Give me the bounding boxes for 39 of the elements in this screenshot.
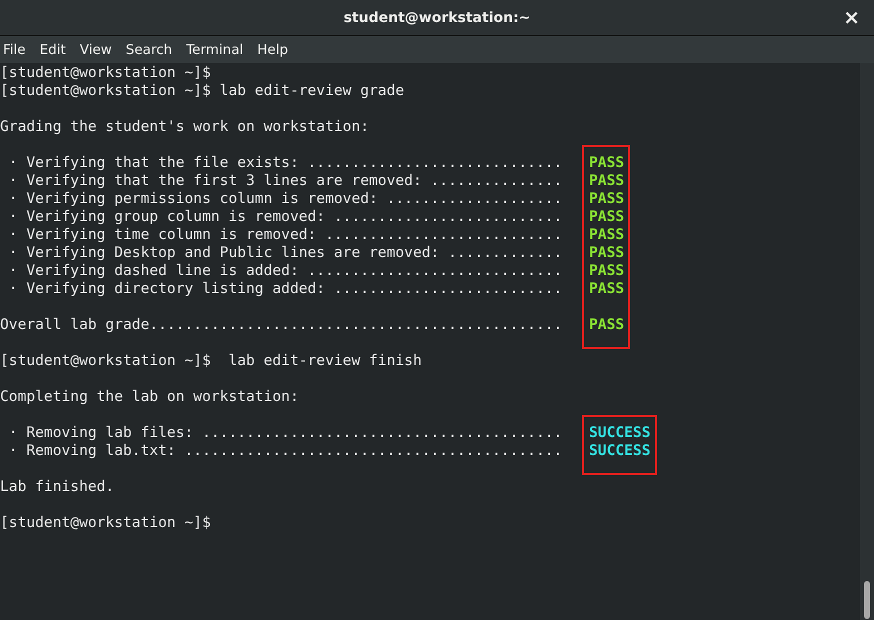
terminal-line: · Verifying directory listing added: ..........................: [8, 280, 562, 297]
terminal-line: Grading the student's work on workstation:: [0, 118, 370, 135]
terminal-line: · Removing lab.txt: ...........................................: [8, 442, 562, 459]
scrollbar-thumb[interactable]: [864, 581, 870, 619]
menu-item[interactable]: Terminal: [186, 42, 244, 58]
close-button[interactable]: ×: [841, 7, 862, 27]
terminal-line: [student@workstation ~]$ lab edit-review finish: [0, 352, 422, 369]
terminal-line: Overall lab grade...............................................: [0, 316, 562, 333]
terminal-line: [student@workstation ~]$ lab edit-review grade: [0, 82, 404, 99]
terminal-line: Lab finished.: [0, 478, 114, 495]
status-result: PASS: [589, 172, 624, 189]
status-result: PASS: [589, 316, 624, 333]
menu-item[interactable]: Search: [126, 42, 172, 58]
status-result: PASS: [589, 208, 624, 225]
terminal-line: · Verifying time column is removed: ...........................: [8, 226, 562, 243]
terminal-line: · Verifying dashed line is added: .............................: [8, 262, 562, 279]
status-result: PASS: [589, 262, 624, 279]
menu-item[interactable]: File: [3, 42, 26, 58]
status-result: SUCCESS: [589, 442, 651, 459]
status-result: PASS: [589, 280, 624, 297]
terminal-line: · Removing lab files: .........................................: [8, 424, 562, 441]
scrollbar[interactable]: [860, 63, 874, 620]
status-result: PASS: [589, 226, 624, 243]
menu-item[interactable]: View: [80, 42, 112, 58]
status-result: PASS: [589, 154, 624, 171]
status-result: PASS: [589, 244, 624, 261]
terminal-line: · Verifying that the first 3 lines are removed: ...............: [8, 172, 562, 189]
menu-item[interactable]: Help: [257, 42, 288, 58]
terminal-line: · Verifying permissions column is removed: ....................: [8, 190, 562, 207]
menu-item[interactable]: Edit: [40, 42, 66, 58]
terminal-line: · Verifying Desktop and Public lines are removed: .............: [8, 244, 562, 261]
terminal-line: · Verifying that the file exists: .............................: [8, 154, 562, 171]
status-result: PASS: [589, 190, 624, 207]
status-result: SUCCESS: [589, 424, 651, 441]
terminal-line: [student@workstation ~]$: [0, 514, 211, 531]
window-title: student@workstation:~: [344, 10, 530, 26]
terminal-line: [student@workstation ~]$: [0, 64, 211, 81]
terminal-line: · Verifying group column is removed: ..........................: [8, 208, 562, 225]
terminal-line: Completing the lab on workstation:: [0, 388, 299, 405]
